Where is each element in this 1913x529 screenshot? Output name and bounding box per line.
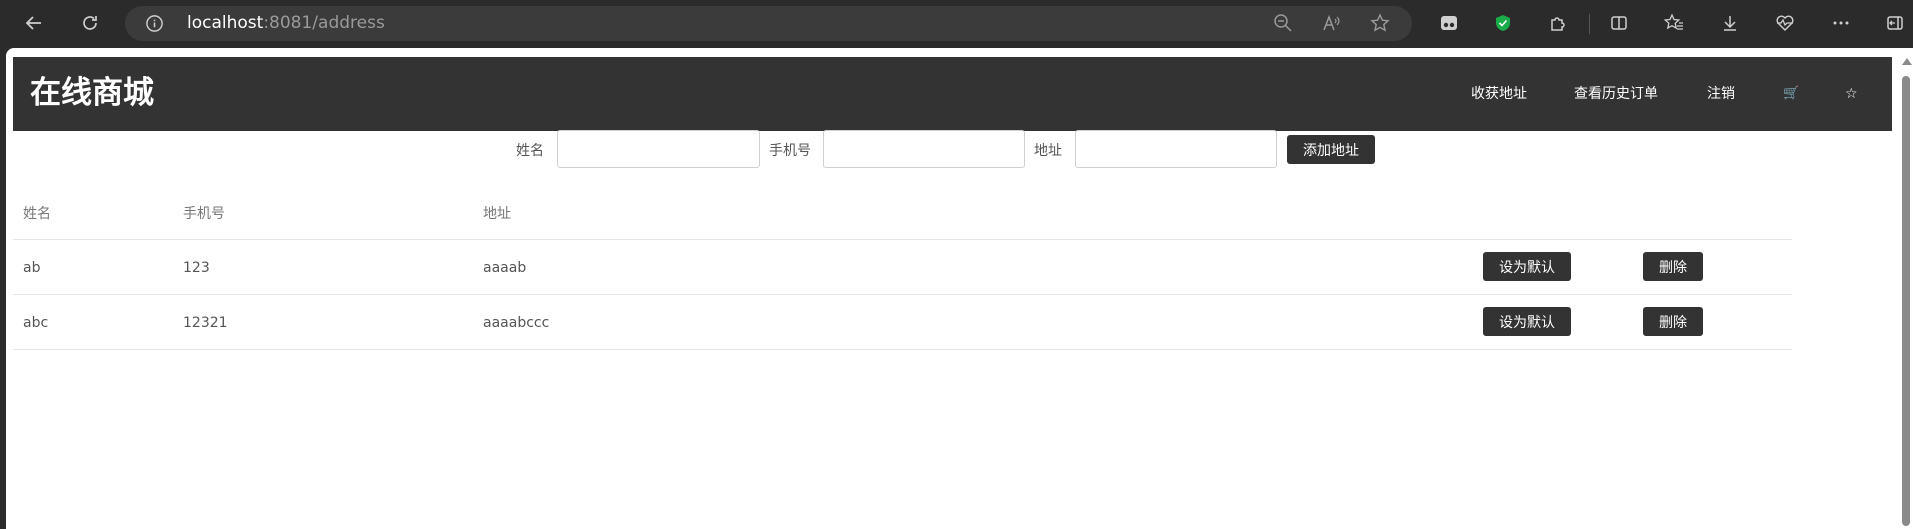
favorites-star-icon[interactable]: ☆ xyxy=(1845,85,1858,103)
back-arrow-icon[interactable] xyxy=(19,8,49,38)
favorites-icon[interactable] xyxy=(1659,8,1689,38)
nav-logout[interactable]: 注销 xyxy=(1707,85,1735,103)
column-header-phone: 手机号 xyxy=(183,206,225,222)
cart-icon[interactable]: 🛒 xyxy=(1783,85,1799,103)
row-name: ab xyxy=(23,260,41,276)
delete-button[interactable]: 删除 xyxy=(1643,252,1703,281)
phone-input[interactable] xyxy=(823,130,1025,168)
row-name: abc xyxy=(23,315,49,331)
extension-reader-icon[interactable] xyxy=(1434,8,1464,38)
table-divider xyxy=(13,294,1792,295)
heart-pulse-icon[interactable] xyxy=(1770,8,1800,38)
zoom-out-icon[interactable] xyxy=(1273,13,1295,35)
info-icon[interactable] xyxy=(145,14,164,33)
shield-icon[interactable] xyxy=(1488,8,1518,38)
split-screen-icon[interactable] xyxy=(1604,8,1634,38)
scrollbar-thumb[interactable] xyxy=(1902,76,1910,526)
delete-button[interactable]: 删除 xyxy=(1643,307,1703,336)
more-icon[interactable] xyxy=(1826,8,1856,38)
row-phone: 12321 xyxy=(183,315,228,331)
row-address: aaaab xyxy=(483,260,527,276)
vertical-scrollbar[interactable] xyxy=(1899,48,1913,529)
url-path: :8081/address xyxy=(263,13,385,33)
nav-order-history[interactable]: 查看历史订单 xyxy=(1574,85,1658,103)
browser-toolbar: localhost:8081/address xyxy=(0,0,1913,46)
phone-label: 手机号 xyxy=(769,143,811,159)
toolbar-separator xyxy=(1589,14,1590,34)
row-phone: 123 xyxy=(183,260,210,276)
row-address: aaaabccc xyxy=(483,315,550,331)
site-header: 在线商城 收获地址 查看历史订单 注销 🛒 ☆ xyxy=(13,57,1892,131)
address-bar[interactable]: localhost:8081/address xyxy=(125,6,1412,41)
name-label: 姓名 xyxy=(516,143,544,159)
address-label: 地址 xyxy=(1034,143,1062,159)
read-aloud-icon[interactable] xyxy=(1321,13,1343,35)
set-default-button[interactable]: 设为默认 xyxy=(1483,252,1571,281)
table-divider xyxy=(13,239,1792,240)
address-input[interactable] xyxy=(1075,130,1277,168)
scroll-up-arrow-icon[interactable] xyxy=(1902,58,1912,65)
page-viewport: 在线商城 收获地址 查看历史订单 注销 🛒 ☆ 姓名 手机号 地址 添加地址 姓… xyxy=(6,48,1899,529)
set-default-button[interactable]: 设为默认 xyxy=(1483,307,1571,336)
site-logo[interactable]: 在线商城 xyxy=(30,74,154,112)
column-header-address: 地址 xyxy=(483,206,511,222)
sidebar-exit-icon[interactable] xyxy=(1880,8,1910,38)
download-icon[interactable] xyxy=(1715,8,1745,38)
refresh-icon[interactable] xyxy=(75,8,105,38)
star-icon[interactable] xyxy=(1370,13,1392,35)
nav-address[interactable]: 收获地址 xyxy=(1471,85,1527,103)
add-address-button[interactable]: 添加地址 xyxy=(1287,135,1375,164)
table-divider xyxy=(13,349,1792,350)
url-text: localhost:8081/address xyxy=(187,14,385,33)
name-input[interactable] xyxy=(557,130,760,168)
column-header-name: 姓名 xyxy=(23,206,51,222)
url-host: localhost xyxy=(187,13,264,33)
puzzle-icon[interactable] xyxy=(1543,8,1573,38)
